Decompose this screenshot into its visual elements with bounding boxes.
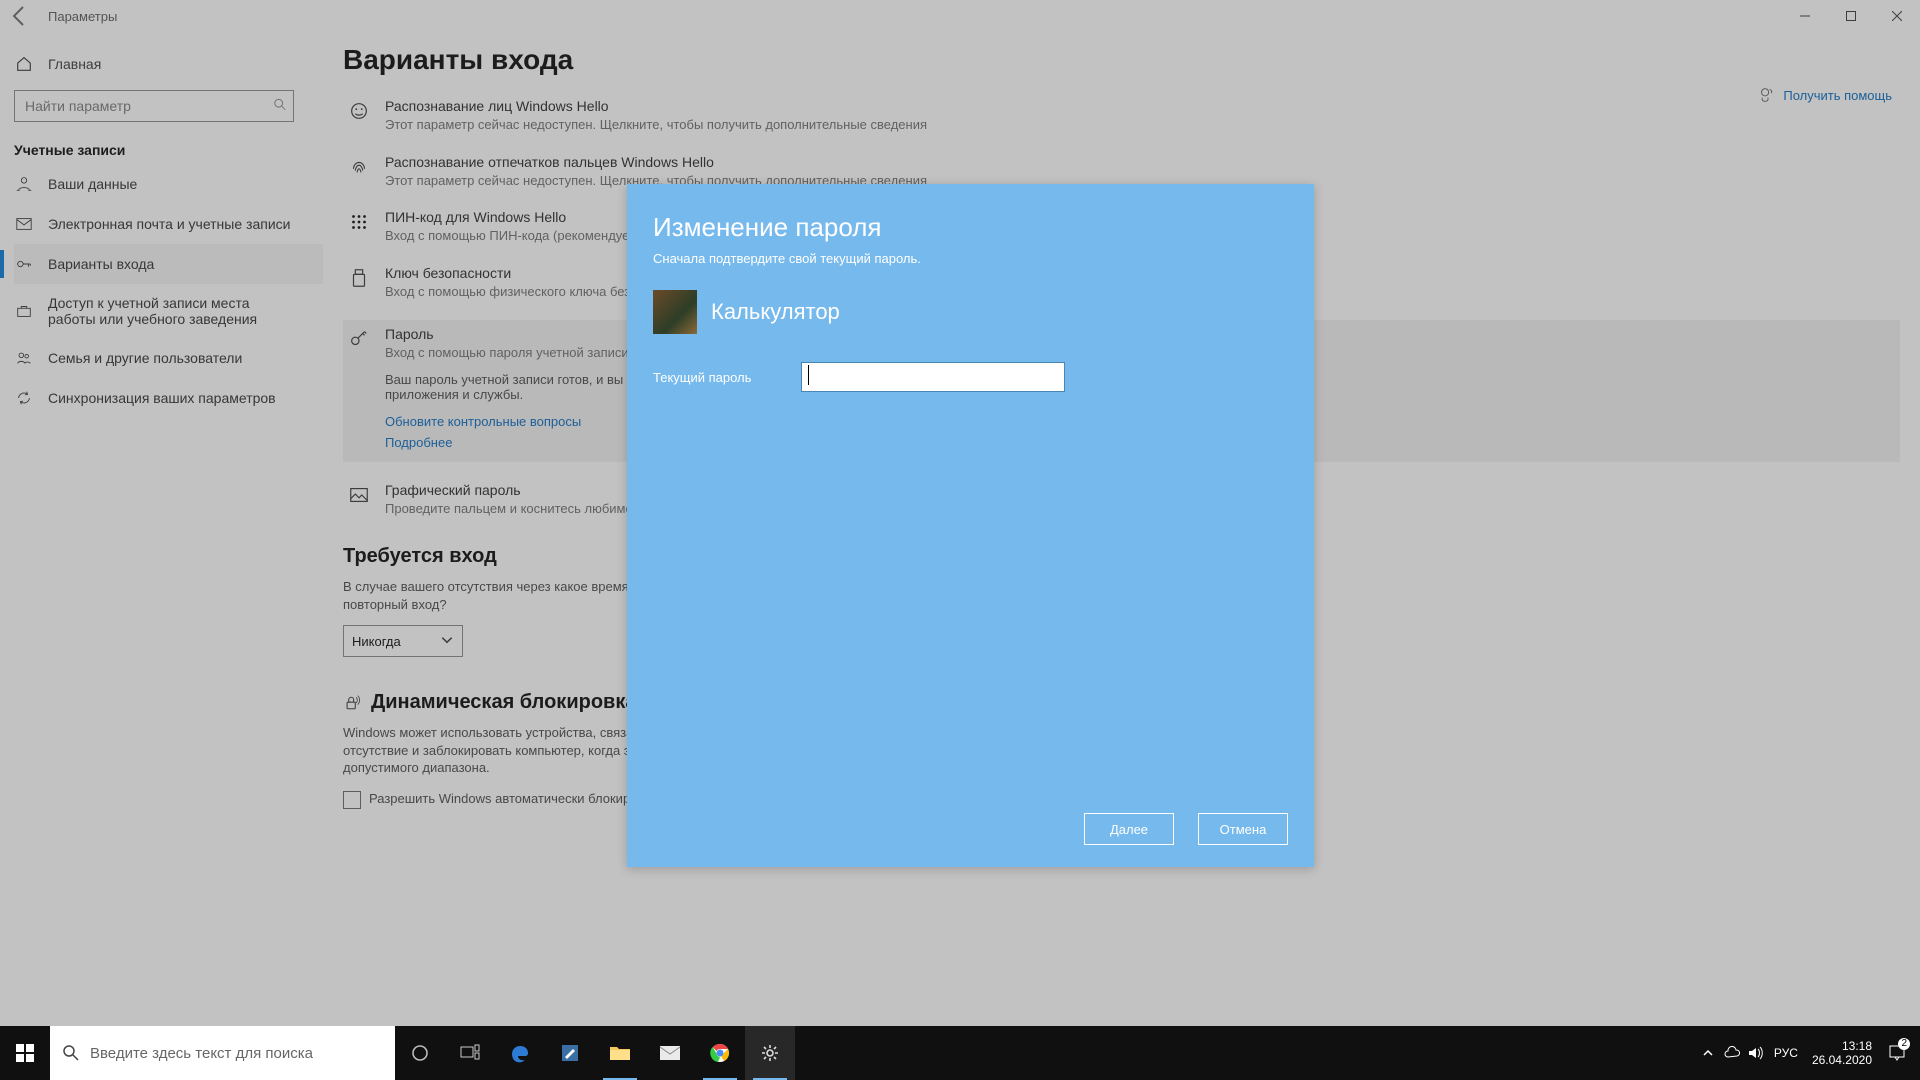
circle-icon [410,1043,430,1063]
start-button[interactable] [0,1026,50,1080]
user-avatar [653,290,697,334]
user-name: Калькулятор [711,299,840,325]
next-button[interactable]: Далее [1084,813,1174,845]
current-password-input[interactable] [801,362,1065,392]
folder-icon [609,1044,631,1062]
taskbar-app-edge[interactable] [495,1026,545,1080]
text-caret [808,365,809,385]
gear-icon [760,1043,780,1063]
search-icon [62,1044,80,1062]
envelope-icon [659,1044,681,1062]
speaker-icon [1748,1046,1764,1060]
modal-subtitle: Сначала подтвердите свой текущий пароль. [653,251,1288,266]
taskbar-app-settings[interactable] [745,1026,795,1080]
current-password-label: Текущий пароль [653,370,801,385]
tray-clock[interactable]: 13:18 26.04.2020 [1812,1039,1872,1068]
taskbar-app-mail[interactable] [645,1026,695,1080]
taskbar-app-chrome[interactable] [695,1026,745,1080]
tray-time: 13:18 [1812,1039,1872,1053]
taskbar-app-taskview[interactable] [445,1026,495,1080]
windows-icon [16,1044,34,1062]
taskbar-app-ink[interactable] [545,1026,595,1080]
change-password-dialog: Изменение пароля Сначала подтвердите сво… [627,184,1314,867]
tray-notifications[interactable]: 2 [1880,1044,1914,1062]
taskbar-search-placeholder: Введите здесь текст для поиска [90,1045,313,1062]
taskbar-app-cortana[interactable] [395,1026,445,1080]
edge-icon [509,1042,531,1064]
taskbar: Введите здесь текст для поиска РУС 13:18… [0,1026,1920,1080]
tray-language[interactable]: РУС [1774,1046,1798,1060]
taskbar-app-explorer[interactable] [595,1026,645,1080]
cloud-icon [1723,1046,1741,1060]
tray-date: 26.04.2020 [1812,1053,1872,1067]
chevron-up-icon [1702,1047,1714,1059]
tray-volume[interactable] [1744,1046,1768,1060]
tray-onedrive[interactable] [1720,1046,1744,1060]
taskbar-search[interactable]: Введите здесь текст для поиска [50,1026,395,1080]
ink-icon [560,1043,580,1063]
tray-overflow[interactable] [1696,1047,1720,1059]
taskview-icon [459,1043,481,1063]
cancel-button[interactable]: Отмена [1198,813,1288,845]
notification-count: 2 [1898,1038,1910,1050]
modal-title: Изменение пароля [653,212,1288,243]
chrome-icon [710,1043,730,1063]
